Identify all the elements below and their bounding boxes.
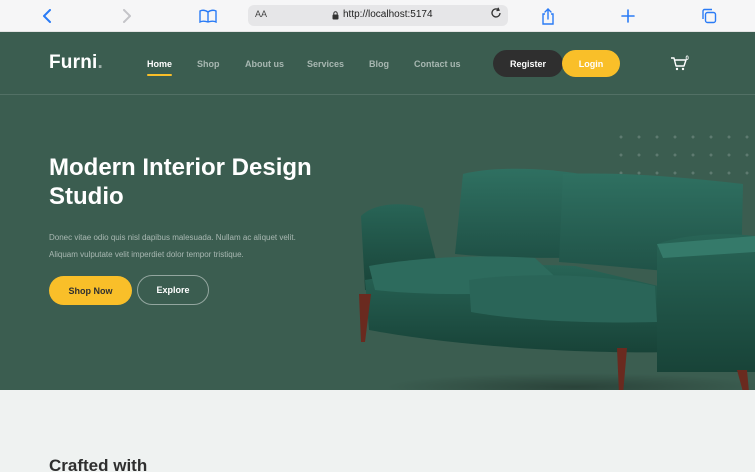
nav-item-shop[interactable]: Shop [197, 59, 220, 69]
address-bar[interactable]: AA http://localhost:5174 [248, 5, 508, 26]
cart-count: 0 [686, 56, 690, 62]
shop-now-button[interactable]: Shop Now [49, 276, 132, 305]
nav-item-contact[interactable]: Contact us [414, 59, 461, 69]
book-icon[interactable] [198, 6, 218, 26]
share-icon[interactable] [538, 6, 558, 26]
hero-title: Modern Interior Design Studio [49, 154, 312, 210]
register-button[interactable]: Register [493, 50, 563, 77]
nav-item-home[interactable]: Home [147, 59, 173, 76]
reload-icon[interactable] [490, 7, 502, 22]
main-navbar: Furni. Home Shop About us Services Blog … [0, 32, 755, 95]
explore-button[interactable]: Explore [137, 275, 209, 305]
chevron-right-icon[interactable] [117, 6, 137, 26]
lock-icon [332, 10, 339, 19]
url-display[interactable]: http://localhost:5174 [332, 9, 433, 20]
nav-item-blog[interactable]: Blog [369, 59, 389, 69]
hero-section: Furni. Home Shop About us Services Blog … [0, 32, 755, 390]
tabs-icon[interactable] [699, 6, 719, 26]
cart-icon[interactable]: 0 [670, 55, 690, 73]
chevron-left-icon[interactable] [37, 6, 57, 26]
nav-item-services[interactable]: Services [307, 59, 344, 69]
hero-description: Donec vitae odio quis nisl dapibus males… [49, 233, 296, 259]
sofa-image [359, 168, 755, 390]
browser-toolbar: AA http://localhost:5174 [0, 0, 755, 32]
brand-logo[interactable]: Furni. [49, 52, 103, 74]
crafted-section: Crafted with [0, 390, 755, 472]
login-button[interactable]: Login [562, 50, 620, 77]
logo-dot: . [97, 52, 103, 73]
url-text: http://localhost:5174 [343, 9, 433, 20]
text-size-button[interactable]: AA [255, 9, 267, 19]
plus-icon[interactable] [618, 6, 638, 26]
logo-text: Furni [49, 52, 98, 73]
nav-item-about[interactable]: About us [245, 59, 284, 69]
section-heading: Crafted with [49, 456, 148, 472]
